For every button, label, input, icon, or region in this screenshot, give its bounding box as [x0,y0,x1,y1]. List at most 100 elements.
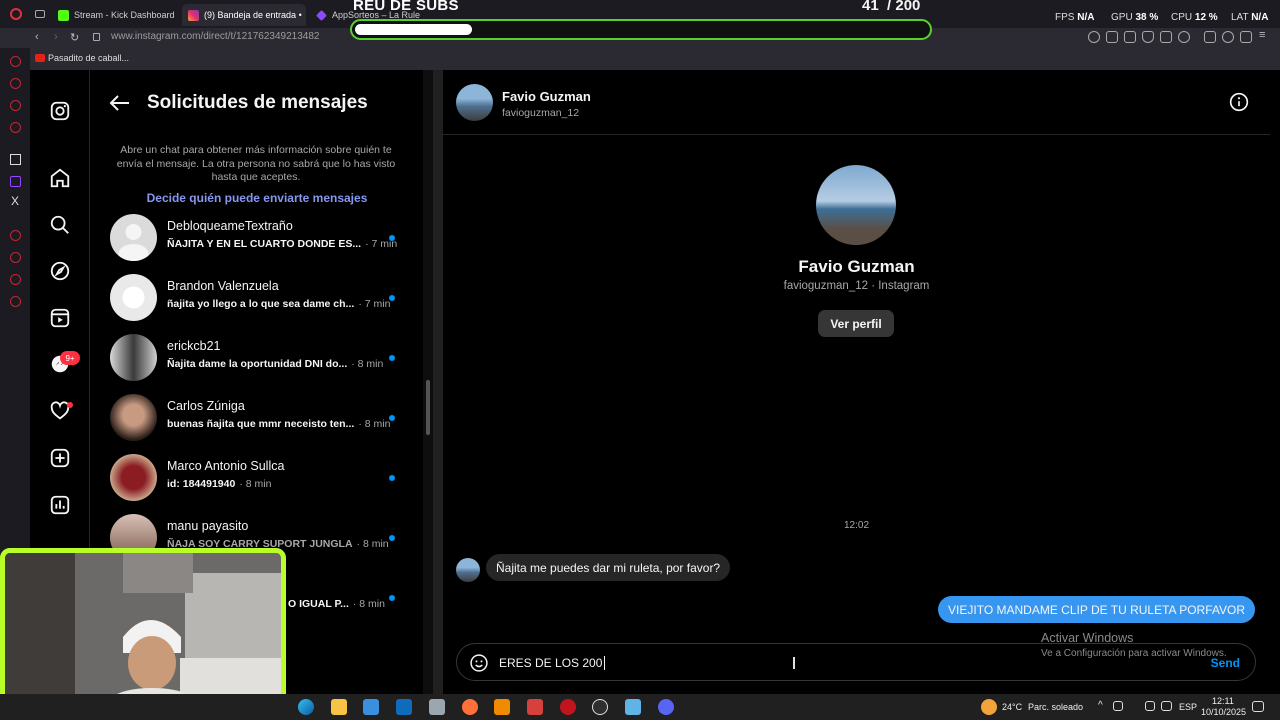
cpu-stat: CPU 12 % [1171,12,1218,23]
dashboard-icon[interactable] [49,494,71,516]
reels-icon[interactable] [49,307,71,329]
notifications-icon[interactable] [1252,701,1264,712]
create-icon[interactable] [49,447,71,469]
info-icon[interactable] [1229,92,1249,112]
explore-icon[interactable] [49,260,71,282]
requests-scrollbar[interactable] [423,70,433,694]
chat-panel: Favio Guzman favioguzman_12 Favio Guzman… [443,70,1270,694]
messenger-icon[interactable] [10,100,21,111]
outgoing-message[interactable]: VIEJITO MANDAME CLIP DE TU RULETA PORFAV… [938,596,1255,623]
weather-icon [981,699,997,715]
request-item[interactable]: erickcb21 Ñajita dame la oportunidad DNI… [91,334,423,394]
workspaces-icon[interactable] [35,10,45,18]
store-icon[interactable] [363,699,379,715]
outlook-icon[interactable] [396,699,412,715]
who-can-message-link[interactable]: Decide quién puede enviarte mensajes [91,191,423,205]
message-timestamp: 12:02 [843,520,870,531]
network-icon[interactable] [1113,701,1123,711]
back-arrow-icon[interactable] [109,94,131,112]
request-preview: ñajita yo llego a lo que sea dame ch... ·… [167,298,391,310]
pin-icon[interactable] [1106,31,1118,43]
request-item[interactable]: Marco Antonio Sullca id: 184491940 · 8 mi… [91,454,423,514]
home-icon[interactable] [49,167,71,189]
tray-chevron-icon[interactable]: ^ [1098,700,1103,711]
discord-icon[interactable] [658,699,674,715]
forward-icon[interactable]: › [54,31,58,43]
firefox-icon[interactable] [462,699,478,715]
request-preview: buenas ñajita que mmr neceisto ten... · 8… [167,418,391,430]
app-icon[interactable] [429,699,445,715]
zoom-icon[interactable] [1088,31,1100,43]
profile-icon[interactable] [1222,31,1234,43]
request-preview: ÑAJITA Y EN EL CUARTO DONDE ES... · 7 min [167,238,398,250]
play-icon[interactable] [1160,31,1172,43]
chat-contact-name[interactable]: Favio Guzman [502,89,591,104]
whatsapp-icon[interactable] [10,122,21,133]
windows-activation-title: Activar Windows [1041,631,1134,645]
tool-icon[interactable] [527,699,543,715]
menu-icon[interactable]: ≡ [1259,29,1265,41]
request-item[interactable]: Brandon Valenzuela ñajita yo llego a lo … [91,274,423,334]
download-icon[interactable] [1240,31,1252,43]
obs-icon[interactable] [592,699,608,715]
shield-icon[interactable] [1142,31,1154,43]
editor-icon[interactable] [625,699,641,715]
emoji-icon[interactable] [469,653,489,673]
browser-logo-icon[interactable] [10,8,22,20]
extension-icon[interactable] [10,274,21,285]
opera-icon[interactable] [560,699,576,715]
unread-dot [389,595,395,601]
unread-dot [389,475,395,481]
requests-title: Solicitudes de mensajes [147,92,368,113]
chat-contact-username: favioguzman_12 [502,107,580,119]
x-icon[interactable]: X [11,194,19,208]
vlc-icon[interactable] [494,699,510,715]
tab-kick-dashboard[interactable]: Stream - Kick Dashboard [52,4,178,26]
appsorteos-icon [316,9,327,21]
avatar [110,334,157,381]
edge-icon[interactable] [298,699,314,715]
profile-name: Favio Guzman [798,257,915,276]
request-item[interactable]: Carlos Zúniga buenas ñajita que mmr nece… [91,394,423,454]
message-input[interactable]: ERES DE LOS 200 [499,656,606,670]
url-field[interactable]: www.instagram.com/direct/t/1217623492134… [111,31,319,42]
social-icon[interactable] [10,78,21,89]
extensions-icon[interactable] [1204,31,1216,43]
kick-sidebar-icon[interactable] [10,154,21,165]
folder-icon[interactable] [331,699,347,715]
screenshot-icon[interactable] [1124,31,1136,43]
clock-time[interactable]: 12:11 [1212,696,1234,706]
avatar[interactable] [456,84,493,121]
request-name: erickcb21 [167,339,221,353]
request-preview: Ñajita dame la oportunidad DNI do... · 8 … [167,358,384,370]
request-name: Brandon Valenzuela [167,279,279,293]
unread-dot [389,295,395,301]
request-name: Carlos Zúniga [167,399,245,413]
bookmark-item[interactable]: Pasadito de caball... [48,53,129,63]
overlay-title: REU DE SUBS [353,0,459,14]
view-profile-button[interactable]: Ver perfil [818,310,894,337]
history-icon[interactable] [10,56,21,67]
reload-icon[interactable]: ↻ [70,31,79,44]
scroll-thumb[interactable] [426,380,430,435]
request-preview: id: 184491940 · 8 min [167,478,272,490]
language-indicator[interactable]: ESP [1179,702,1197,712]
instagram-logo-icon[interactable] [49,100,71,122]
incoming-message[interactable]: Ñajita me puedes dar mi ruleta, por favo… [486,554,731,581]
heart-icon[interactable] [1178,31,1190,43]
avatar [456,558,480,582]
weather-temp[interactable]: 24°C [1002,702,1022,712]
request-name: DebloqueameTextraño [167,219,293,233]
search-icon[interactable] [49,214,71,236]
twitch-icon[interactable] [10,176,21,187]
tab-instagram-inbox[interactable]: (9) Bandeja de entrada • [182,4,306,26]
clock-date[interactable]: 10/10/2025 [1201,707,1246,717]
request-item[interactable]: DebloqueameTextraño ÑAJITA Y EN EL CUART… [91,214,423,274]
back-icon[interactable]: ‹ [35,31,39,43]
player-icon[interactable] [10,230,21,241]
clock-icon[interactable] [10,252,21,263]
display-icon[interactable] [1161,701,1172,711]
weather-desc[interactable]: Parc. soleado [1028,702,1083,712]
volume-icon[interactable] [1145,701,1155,711]
settings-icon[interactable] [10,296,21,307]
